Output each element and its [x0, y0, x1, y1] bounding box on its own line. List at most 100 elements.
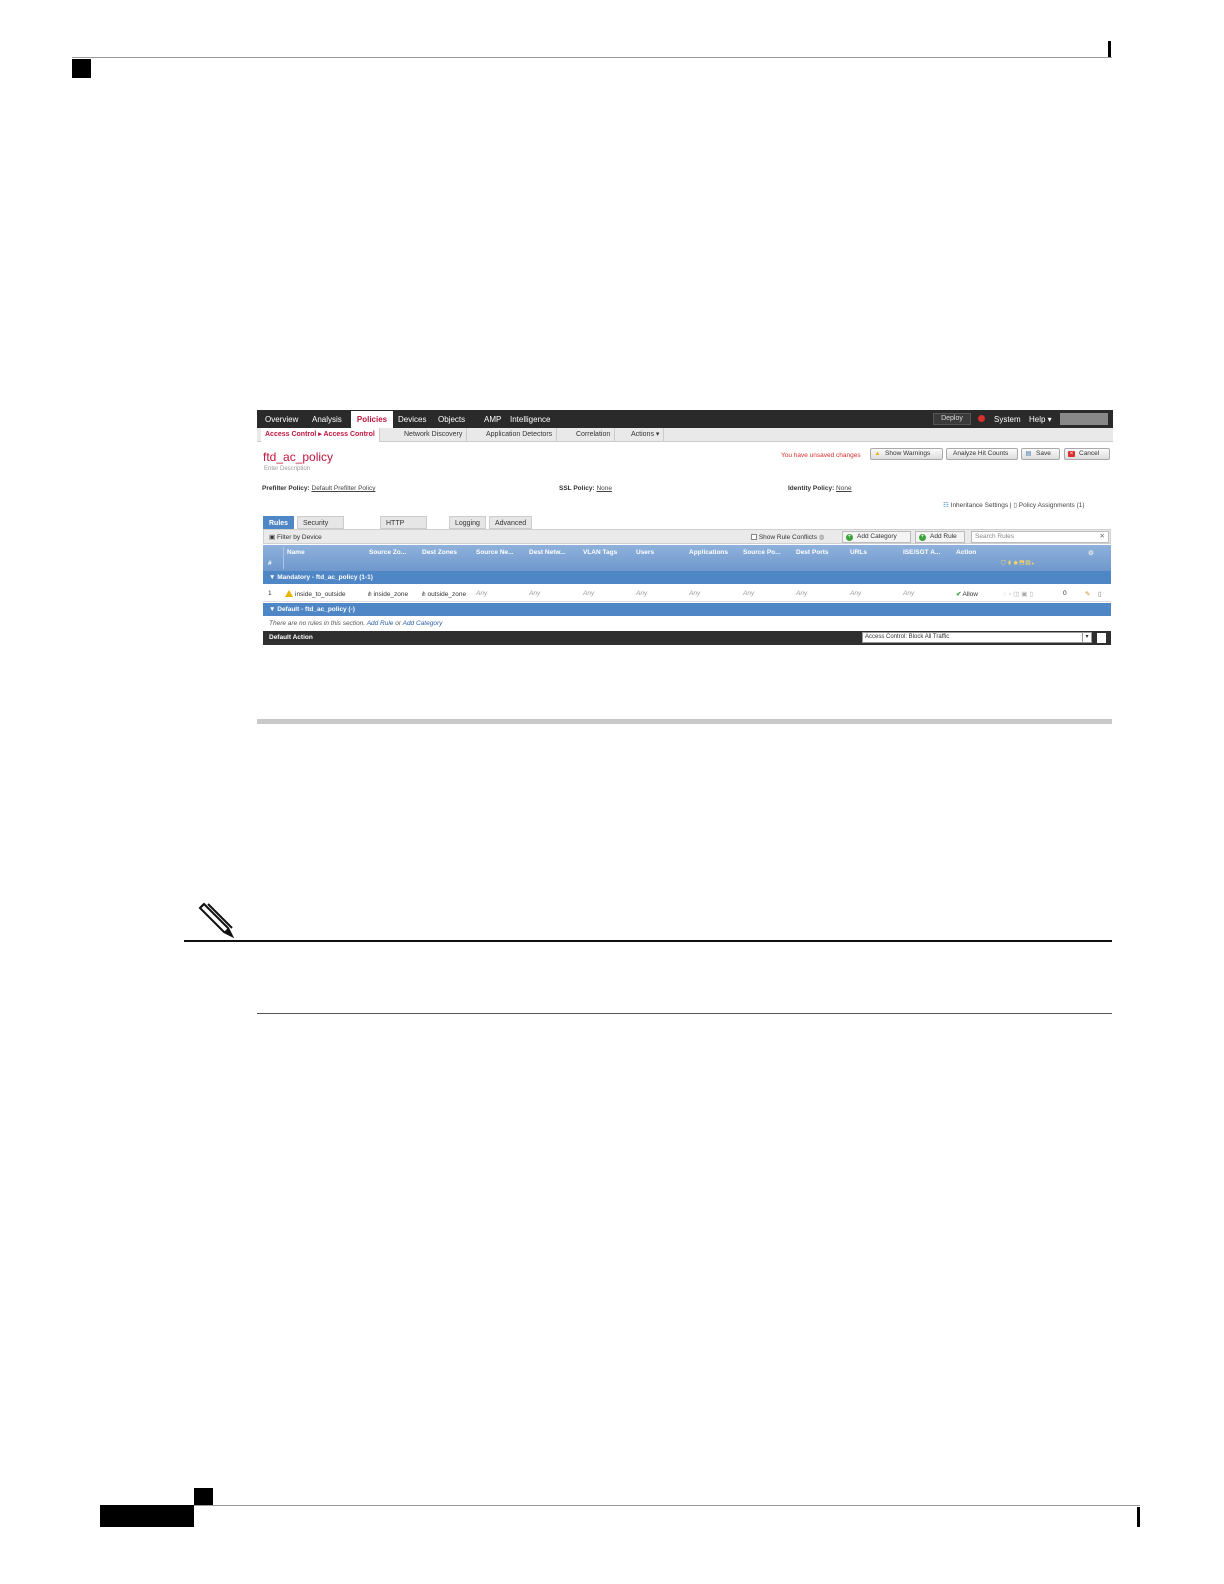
col-applications[interactable]: Applications	[689, 549, 728, 556]
sub-navigation: Access Control ▸ Access Control Network …	[257, 428, 1113, 442]
top-navigation: Overview Analysis Policies Devices Objec…	[257, 410, 1113, 428]
nav-objects[interactable]: Objects	[438, 413, 465, 426]
assignments-icon: ▯	[1013, 502, 1017, 509]
subnav-actions[interactable]: Actions ▾	[627, 428, 665, 442]
dest-zone-label: outside_zone	[427, 591, 467, 598]
ssl-policy: SSL Policy: None	[559, 485, 612, 492]
tab-logging[interactable]: Logging	[449, 516, 486, 529]
add-category-link[interactable]: Add Category	[403, 620, 443, 627]
subnav-application-detectors[interactable]: Application Detectors	[482, 428, 558, 442]
inheritance-row: ☷ Inheritance Settings | ▯ Policy Assign…	[943, 501, 1085, 509]
tab-http-responses[interactable]: HTTP Responses	[380, 516, 428, 540]
inheritance-settings-link[interactable]: Inheritance Settings |	[951, 502, 1012, 509]
nav-intelligence[interactable]: Intelligence	[510, 413, 550, 426]
policy-assignments-link[interactable]: Policy Assignments (1)	[1019, 502, 1085, 509]
rule-number: 1	[268, 590, 272, 597]
subnav-correlation[interactable]: Correlation	[572, 428, 616, 442]
chevron-down-icon[interactable]: ▾	[1082, 633, 1091, 642]
tab-advanced[interactable]: Advanced	[489, 516, 533, 529]
policy-description[interactable]: Enter Description	[264, 466, 310, 472]
policy-title[interactable]: ftd_ac_policy	[263, 450, 333, 464]
nav-amp[interactable]: AMP	[484, 413, 501, 426]
col-vlan-tags[interactable]: VLAN Tags	[583, 549, 617, 556]
rules-toolbar: ▣ Filter by Device Show Rule Conflicts ◍…	[263, 529, 1111, 544]
cancel-icon: ×	[1068, 451, 1075, 457]
filter-by-device[interactable]: ▣ Filter by Device	[269, 532, 322, 543]
edit-icon[interactable]: ✎	[1085, 590, 1090, 598]
figure-rule	[257, 719, 1112, 724]
collapse-icon[interactable]: ▼	[269, 606, 275, 613]
identity-link[interactable]: None	[836, 485, 852, 492]
prefilter-label: Prefilter Policy:	[262, 485, 310, 492]
rule-source-zone: ⋔inside_zone	[367, 590, 408, 598]
help-icon[interactable]: ◍	[819, 534, 825, 541]
col-name[interactable]: Name	[287, 549, 305, 556]
col-action[interactable]: Action	[956, 549, 976, 556]
col-dest-ports[interactable]: Dest Ports	[796, 549, 829, 556]
checkbox-icon[interactable]	[751, 534, 757, 540]
default-action-select[interactable]: Access Control: Block All Traffic ▾	[862, 632, 1092, 643]
header-rule	[72, 57, 1112, 58]
save-button[interactable]: ▤ Save	[1021, 448, 1060, 460]
rule-applications: Any	[689, 590, 701, 597]
analyze-hit-counts-button[interactable]: Analyze Hit Counts	[946, 448, 1018, 460]
user-menu[interactable]	[1060, 413, 1108, 425]
rules-table-header: # Name Source Zo... Dest Zones Source Ne…	[263, 545, 1111, 571]
subnav-network-discovery[interactable]: Network Discovery	[400, 428, 468, 442]
collapse-icon[interactable]: ▼	[269, 574, 275, 581]
column-tool-icons: ⛉▮◆⬒▤▸	[1001, 560, 1036, 567]
show-rule-conflicts-label: Show Rule Conflicts	[758, 534, 817, 541]
col-source-networks[interactable]: Source Ne...	[476, 549, 514, 556]
search-rules-input[interactable]: Search Rules ✕	[971, 531, 1109, 543]
note-top-rule	[184, 940, 1112, 942]
col-ise-sgt[interactable]: ISE/SGT A...	[903, 549, 940, 556]
col-dest-networks[interactable]: Dest Netw...	[529, 549, 566, 556]
clear-search-icon[interactable]: ✕	[1100, 532, 1105, 542]
col-separator	[283, 547, 284, 569]
prefilter-policy: Prefilter Policy: Default Prefilter Poli…	[262, 485, 375, 492]
rule-name-label: inside_to_outside	[295, 591, 346, 598]
nav-devices[interactable]: Devices	[398, 413, 426, 426]
note-pencil-icon	[198, 902, 235, 939]
col-source-zones[interactable]: Source Zo...	[369, 549, 406, 556]
rule-users: Any	[636, 590, 648, 597]
show-warnings-button[interactable]: ▲ Show Warnings	[870, 448, 943, 460]
zone-icon: ⋔	[367, 591, 373, 598]
save-label: Save	[1036, 450, 1051, 457]
tab-rules[interactable]: Rules	[263, 516, 295, 529]
rule-dest-ports: Any	[796, 590, 808, 597]
rule-name[interactable]: inside_to_outside	[285, 590, 346, 598]
ssl-link[interactable]: None	[596, 485, 612, 492]
add-rule-button[interactable]: + Add Rule	[915, 531, 965, 543]
cancel-button[interactable]: × Cancel	[1064, 448, 1110, 460]
nav-overview[interactable]: Overview	[265, 413, 298, 426]
nav-analysis[interactable]: Analysis	[312, 413, 342, 426]
settings-gear-icon[interactable]: ⚙	[1088, 549, 1094, 557]
col-urls[interactable]: URLs	[850, 549, 867, 556]
rule-hit-count: 0	[1063, 590, 1067, 597]
delete-icon[interactable]: ▯	[1098, 590, 1102, 598]
add-category-button[interactable]: + Add Category	[842, 531, 911, 543]
deploy-button[interactable]: Deploy	[933, 413, 971, 425]
nav-system[interactable]: System	[994, 413, 1021, 426]
logging-icon[interactable]	[1097, 633, 1106, 643]
subnav-access-control[interactable]: Access Control ▸ Access Control	[261, 428, 380, 442]
table-row[interactable]: 1 inside_to_outside ⋔inside_zone ⋔ outsid…	[263, 587, 1111, 602]
nav-help[interactable]: Help ▾	[1029, 413, 1052, 426]
nav-policies[interactable]: Policies	[351, 411, 393, 428]
default-action-value: Access Control: Block All Traffic	[865, 634, 950, 640]
alert-icon[interactable]	[978, 415, 985, 422]
col-users[interactable]: Users	[636, 549, 654, 556]
show-rule-conflicts[interactable]: Show Rule Conflicts ◍	[751, 532, 824, 543]
default-section-label: Default - ftd_ac_policy (-)	[277, 606, 355, 613]
filter-by-device-label: Filter by Device	[276, 534, 322, 541]
plus-icon: +	[919, 534, 926, 541]
col-dest-zones[interactable]: Dest Zones	[422, 549, 457, 556]
source-zone-label: inside_zone	[373, 591, 409, 598]
tab-security-intelligence[interactable]: Security Intelligence	[297, 516, 345, 540]
add-rule-link[interactable]: Add Rule	[367, 620, 394, 627]
mandatory-section-header[interactable]: ▼ Mandatory - ftd_ac_policy (1-1)	[263, 571, 1111, 584]
col-source-ports[interactable]: Source Po...	[743, 549, 781, 556]
prefilter-link[interactable]: Default Prefilter Policy	[312, 485, 376, 492]
default-section-header[interactable]: ▼ Default - ftd_ac_policy (-)	[263, 603, 1111, 616]
